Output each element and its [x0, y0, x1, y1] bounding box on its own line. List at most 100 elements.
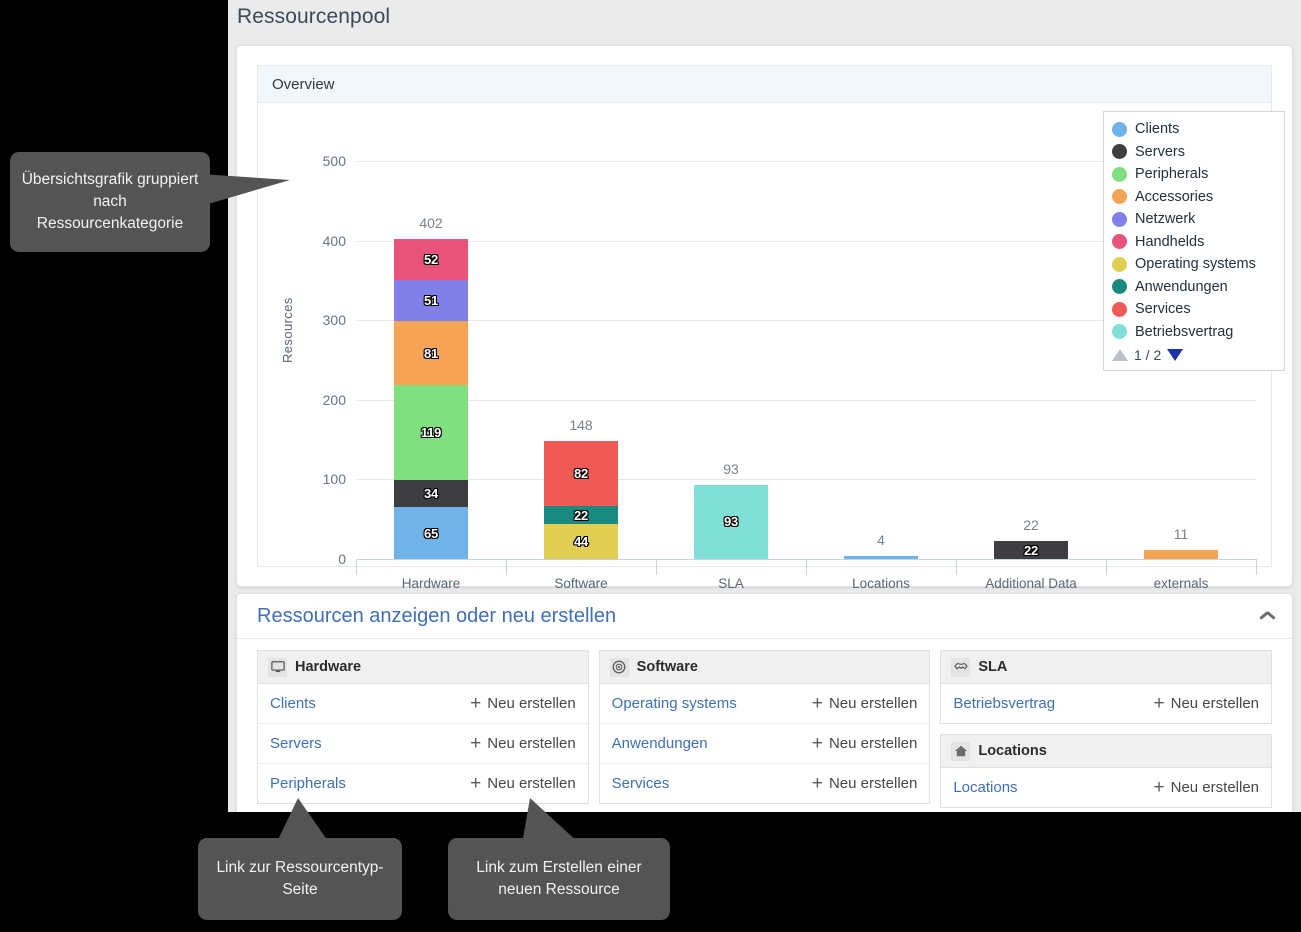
legend-item-label: Anwendungen [1135, 278, 1228, 295]
resource-list-title: Ressourcen anzeigen oder neu erstellen [257, 604, 617, 627]
resource-group-label: Hardware [295, 659, 362, 675]
handshake-icon [951, 657, 971, 677]
disc-icon [609, 657, 629, 677]
triangle-down-icon[interactable] [1167, 349, 1184, 361]
resource-row: Betriebsvertrag + Neu erstellen [941, 684, 1271, 723]
x-axis-tick [506, 559, 507, 575]
create-new-link[interactable]: + Neu erstellen [1154, 694, 1260, 713]
chart-legend[interactable]: Clients Servers Peripherals Accessories Netz… [1103, 111, 1285, 371]
bar-segment[interactable]: 34 [394, 480, 468, 508]
create-new-label: Neu erstellen [487, 735, 576, 752]
bar-segment-value: 22 [573, 507, 589, 523]
x-axis-tick [806, 559, 807, 575]
legend-item-label: Operating systems [1135, 256, 1256, 273]
x-axis-tick [1256, 559, 1257, 575]
legend-item[interactable]: Betriebsvertrag [1112, 321, 1276, 344]
bar-segment-value: 51 [423, 293, 439, 309]
bar-segment-value: 22 [1023, 542, 1039, 558]
bar-segment-value: 81 [423, 345, 439, 361]
create-new-link[interactable]: + Neu erstellen [470, 694, 576, 713]
resource-type-link[interactable]: Anwendungen [612, 735, 708, 752]
legend-color-dot [1112, 144, 1127, 160]
bar-segment[interactable] [1144, 550, 1218, 559]
bar-segment[interactable]: 82 [544, 441, 618, 507]
triangle-up-icon[interactable] [1112, 349, 1128, 361]
create-new-link[interactable]: + Neu erstellen [812, 774, 918, 793]
legend-item-label: Servers [1135, 143, 1185, 160]
callout-create-link: Link zum Erstellen einer neuen Ressource [448, 838, 670, 920]
create-new-label: Neu erstellen [1170, 779, 1260, 796]
legend-item-label: Betriebsvertrag [1135, 323, 1234, 340]
create-new-link[interactable]: + Neu erstellen [1154, 778, 1260, 797]
x-axis-label: SLA [718, 576, 744, 591]
legend-item[interactable]: Anwendungen [1112, 276, 1276, 299]
bar-segment-value: 44 [573, 533, 589, 549]
legend-item[interactable]: Servers [1112, 141, 1276, 164]
create-new-link[interactable]: + Neu erstellen [812, 734, 918, 753]
bar-segment-value: 65 [423, 525, 439, 541]
legend-item[interactable]: Peripherals [1112, 163, 1276, 186]
legend-item[interactable]: Services [1112, 298, 1276, 321]
legend-item[interactable]: Operating systems [1112, 253, 1276, 276]
resource-groups-columns: Hardware Clients + Neu erstellen Servers + Neu… [257, 650, 1273, 812]
create-new-link[interactable]: + Neu erstellen [812, 694, 918, 713]
legend-item-label: Handhelds [1135, 233, 1205, 250]
chart-panel-header-label: Overview [272, 75, 335, 93]
bar-segment[interactable]: 65 [394, 507, 468, 559]
plus-icon: + [811, 773, 823, 794]
legend-color-dot [1112, 301, 1127, 317]
legend-item-label: Netzwerk [1135, 211, 1196, 228]
resource-type-link[interactable]: Clients [270, 695, 316, 712]
bar-segment-value: 93 [723, 514, 739, 530]
legend-item[interactable]: Clients [1112, 118, 1276, 141]
legend-item[interactable]: Netzwerk [1112, 208, 1276, 231]
create-new-label: Neu erstellen [828, 775, 918, 792]
bar-total-label: 402 [419, 215, 443, 231]
legend-color-dot [1112, 166, 1127, 182]
resource-row: Servers + Neu erstellen [258, 724, 588, 764]
y-axis-tick: 300 [322, 312, 346, 329]
bar-segment[interactable]: 81 [394, 320, 468, 386]
chevron-up-icon[interactable] [1260, 610, 1276, 620]
resource-type-link[interactable]: Locations [953, 779, 1017, 796]
legend-item[interactable]: Handhelds [1112, 231, 1276, 254]
home-icon [951, 741, 971, 761]
resource-type-link[interactable]: Services [612, 775, 670, 792]
bar-segment[interactable]: 22 [994, 541, 1068, 559]
plus-icon: + [1153, 777, 1165, 798]
bar-segment[interactable]: 22 [544, 506, 618, 524]
legend-color-dot [1112, 121, 1127, 137]
bar-segment[interactable]: 119 [394, 385, 468, 481]
x-axis-tick [956, 559, 957, 575]
bar-segment[interactable] [844, 555, 918, 559]
resource-type-link[interactable]: Servers [270, 735, 322, 752]
monitor-icon [268, 657, 287, 677]
bar-segment[interactable]: 51 [394, 280, 468, 321]
legend-color-dot [1112, 234, 1127, 250]
legend-item[interactable]: Accessories [1112, 186, 1276, 209]
bar-segment[interactable]: 93 [694, 484, 768, 559]
resource-row: Operating systems + Neu erstellen [599, 684, 930, 724]
x-axis-tick [356, 559, 357, 575]
create-new-link[interactable]: + Neu erstellen [470, 734, 576, 753]
resource-type-link[interactable]: Operating systems [612, 695, 737, 712]
resource-type-link[interactable]: Peripherals [270, 775, 346, 792]
bar-segment[interactable]: 52 [394, 239, 468, 281]
bar-segment[interactable]: 44 [544, 523, 618, 559]
resource-group-hardware: Hardware Clients + Neu erstellen Servers + Neu… [257, 650, 589, 804]
legend-pager[interactable]: 1 / 2 [1112, 344, 1276, 366]
resource-group-label: Locations [978, 743, 1047, 759]
create-new-label: Neu erstellen [1170, 695, 1260, 712]
plus-icon: + [811, 733, 823, 754]
create-new-link[interactable]: + Neu erstellen [470, 774, 576, 793]
legend-page-label: 1 / 2 [1134, 347, 1162, 363]
legend-color-dot [1112, 211, 1127, 227]
legend-item-label: Services [1135, 301, 1191, 318]
bar-segment-value: 119 [420, 425, 442, 441]
plus-icon: + [470, 693, 482, 714]
page-title: Ressourcenpool [237, 5, 391, 28]
resource-group-sla: SLA Betriebsvertrag + Neu erstellen [940, 650, 1273, 724]
resource-type-link[interactable]: Betriebsvertrag [953, 695, 1055, 712]
legend-item-label: Peripherals [1135, 166, 1209, 183]
resource-group-header: SLA [941, 651, 1272, 684]
